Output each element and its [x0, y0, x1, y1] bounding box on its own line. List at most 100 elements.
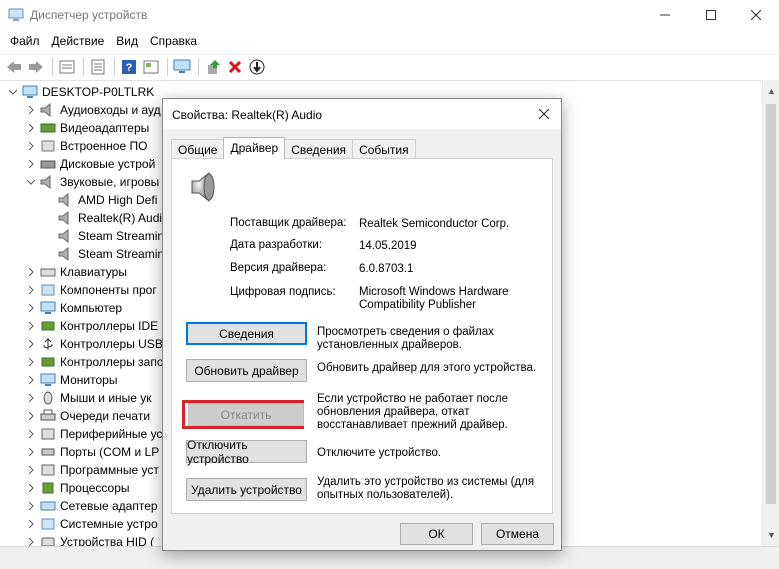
tree-category-item[interactable]: Системные устро: [26, 515, 158, 533]
minimize-button[interactable]: [642, 0, 688, 30]
tree-child-item[interactable]: Realtek(R) Audi: [44, 209, 162, 227]
chevron-right-icon[interactable]: [26, 393, 36, 403]
chevron-right-icon[interactable]: [26, 105, 36, 115]
update-driver-desc: Обновить драйвер для этого устройства.: [317, 362, 537, 374]
tree-category-item[interactable]: Контроллеры запо: [26, 353, 164, 371]
maximize-button[interactable]: [688, 0, 734, 30]
chevron-right-icon[interactable]: [26, 285, 36, 295]
chevron-right-icon[interactable]: [26, 483, 36, 493]
chevron-down-icon[interactable]: [26, 177, 36, 187]
chevron-right-icon[interactable]: [26, 159, 36, 169]
tree-category-item[interactable]: Звуковые, игровы: [26, 173, 159, 191]
tree-category-item[interactable]: Программные уст: [26, 461, 159, 479]
tree-category-item[interactable]: Мониторы: [26, 371, 117, 389]
tree-category-item[interactable]: Периферийные ус: [26, 425, 162, 443]
tree-category-item[interactable]: Встроенное ПО: [26, 137, 147, 155]
dialog-close-button[interactable]: [535, 105, 553, 123]
tab-driver[interactable]: Драйвер: [223, 137, 286, 159]
tree-category-item[interactable]: Компьютер: [26, 299, 122, 317]
scroll-up-icon[interactable]: ▲: [767, 86, 776, 96]
tree-category-item[interactable]: Аудиовходы и ауд: [26, 101, 161, 119]
tree-child-item[interactable]: Steam Streamin: [44, 245, 164, 263]
chevron-right-icon[interactable]: [26, 141, 36, 151]
properties-button[interactable]: [88, 57, 108, 77]
tree-category-item[interactable]: Очереди печати: [26, 407, 150, 425]
cancel-button[interactable]: Отмена: [481, 523, 554, 545]
tree-item-label: Steam Streamin: [78, 229, 165, 243]
vertical-scrollbar[interactable]: ▲ ▼: [762, 80, 779, 546]
menu-view[interactable]: Вид: [110, 31, 144, 51]
tree-child-item[interactable]: Steam Streamin: [44, 227, 164, 245]
chevron-right-icon[interactable]: [26, 357, 36, 367]
tab-general[interactable]: Общие: [171, 139, 225, 159]
show-hide-button[interactable]: [57, 57, 77, 77]
driver-details-button[interactable]: Сведения: [186, 322, 307, 345]
close-icon: [751, 10, 761, 20]
tab-events[interactable]: События: [352, 139, 416, 159]
tree-category-item[interactable]: Порты (COM и LP: [26, 443, 159, 461]
view-button[interactable]: [141, 57, 161, 77]
tree-category-item[interactable]: Мыши и иные ук: [26, 389, 152, 407]
scroll-thumb[interactable]: [766, 104, 776, 504]
menu-file[interactable]: Файл: [4, 31, 46, 51]
disable-device-button[interactable]: Отключить устройство: [186, 438, 307, 466]
computer-icon: [22, 85, 38, 99]
driver-tab-panel: Поставщик драйвера: Realtek Semiconducto…: [171, 158, 553, 514]
chevron-right-icon[interactable]: [26, 123, 36, 133]
tree-category-item[interactable]: Процессоры: [26, 479, 130, 497]
tree-item-label: Дисковые устрой: [60, 157, 156, 171]
speaker-icon: [58, 211, 74, 225]
tree-category-item[interactable]: Клавиатуры: [26, 263, 127, 281]
chevron-down-icon[interactable]: [8, 87, 18, 97]
scan-hardware-button[interactable]: [172, 57, 192, 77]
chevron-right-icon[interactable]: [26, 267, 36, 277]
chevron-right-icon[interactable]: [26, 411, 36, 421]
tree-category-item[interactable]: Дисковые устрой: [26, 155, 155, 173]
uninstall-button[interactable]: [225, 57, 245, 77]
menu-help[interactable]: Справка: [144, 31, 203, 51]
chevron-right-icon[interactable]: [26, 321, 36, 331]
speaker-icon: [191, 171, 215, 203]
tree-category-item[interactable]: Контроллеры USB: [26, 335, 163, 353]
rollback-driver-button[interactable]: Откатить: [188, 403, 304, 426]
tree-category-item[interactable]: Компоненты прог: [26, 281, 157, 299]
chevron-right-icon[interactable]: [26, 519, 36, 529]
update-driver-button[interactable]: Обновить драйвер: [186, 359, 307, 382]
tab-details[interactable]: Сведения: [284, 139, 354, 159]
tree-root[interactable]: DESKTOP-P0LTLRK: [8, 83, 154, 101]
rollback-driver-desc: Если устройство не работает после обновл…: [317, 393, 509, 431]
dialog-title-bar: Свойства: Realtek(R) Audio: [163, 99, 561, 129]
chevron-right-icon[interactable]: [26, 537, 36, 546]
tree-category-item[interactable]: Устройства HID (: [26, 533, 154, 546]
close-button[interactable]: [733, 0, 779, 30]
driver-date-value: 14.05.2019: [359, 240, 417, 252]
device-manager-icon: [8, 8, 24, 21]
menu-action[interactable]: Действие: [46, 31, 111, 51]
chevron-right-icon[interactable]: [26, 465, 36, 475]
speaker-icon: [40, 175, 56, 189]
chevron-right-icon[interactable]: [26, 501, 36, 511]
ok-button[interactable]: ОК: [400, 523, 473, 545]
tree-category-item[interactable]: Видеоадаптеры: [26, 119, 149, 137]
tree-category-item[interactable]: Контроллеры IDE: [26, 317, 158, 335]
controller-icon: [40, 319, 56, 333]
forward-button[interactable]: [26, 57, 46, 77]
tree-item-label: Контроллеры IDE: [60, 319, 159, 333]
chevron-right-icon[interactable]: [26, 339, 36, 349]
tree-category-item[interactable]: Сетевые адаптер: [26, 497, 158, 515]
chevron-right-icon[interactable]: [26, 447, 36, 457]
back-button[interactable]: [4, 57, 24, 77]
tree-child-item[interactable]: AMD High Defi: [44, 191, 157, 209]
help-icon: ?: [122, 59, 136, 74]
update-driver-button[interactable]: [203, 57, 223, 77]
chevron-right-icon[interactable]: [26, 429, 36, 439]
chevron-right-icon[interactable]: [26, 375, 36, 385]
disable-button[interactable]: [247, 57, 267, 77]
chevron-right-icon[interactable]: [26, 303, 36, 313]
scroll-down-icon[interactable]: ▼: [767, 530, 776, 540]
tree-item-label: Звуковые, игровы: [60, 175, 160, 189]
cpu-icon: [40, 481, 56, 495]
help-button[interactable]: ?: [119, 57, 139, 77]
uninstall-device-button[interactable]: Удалить устройство: [186, 478, 307, 501]
